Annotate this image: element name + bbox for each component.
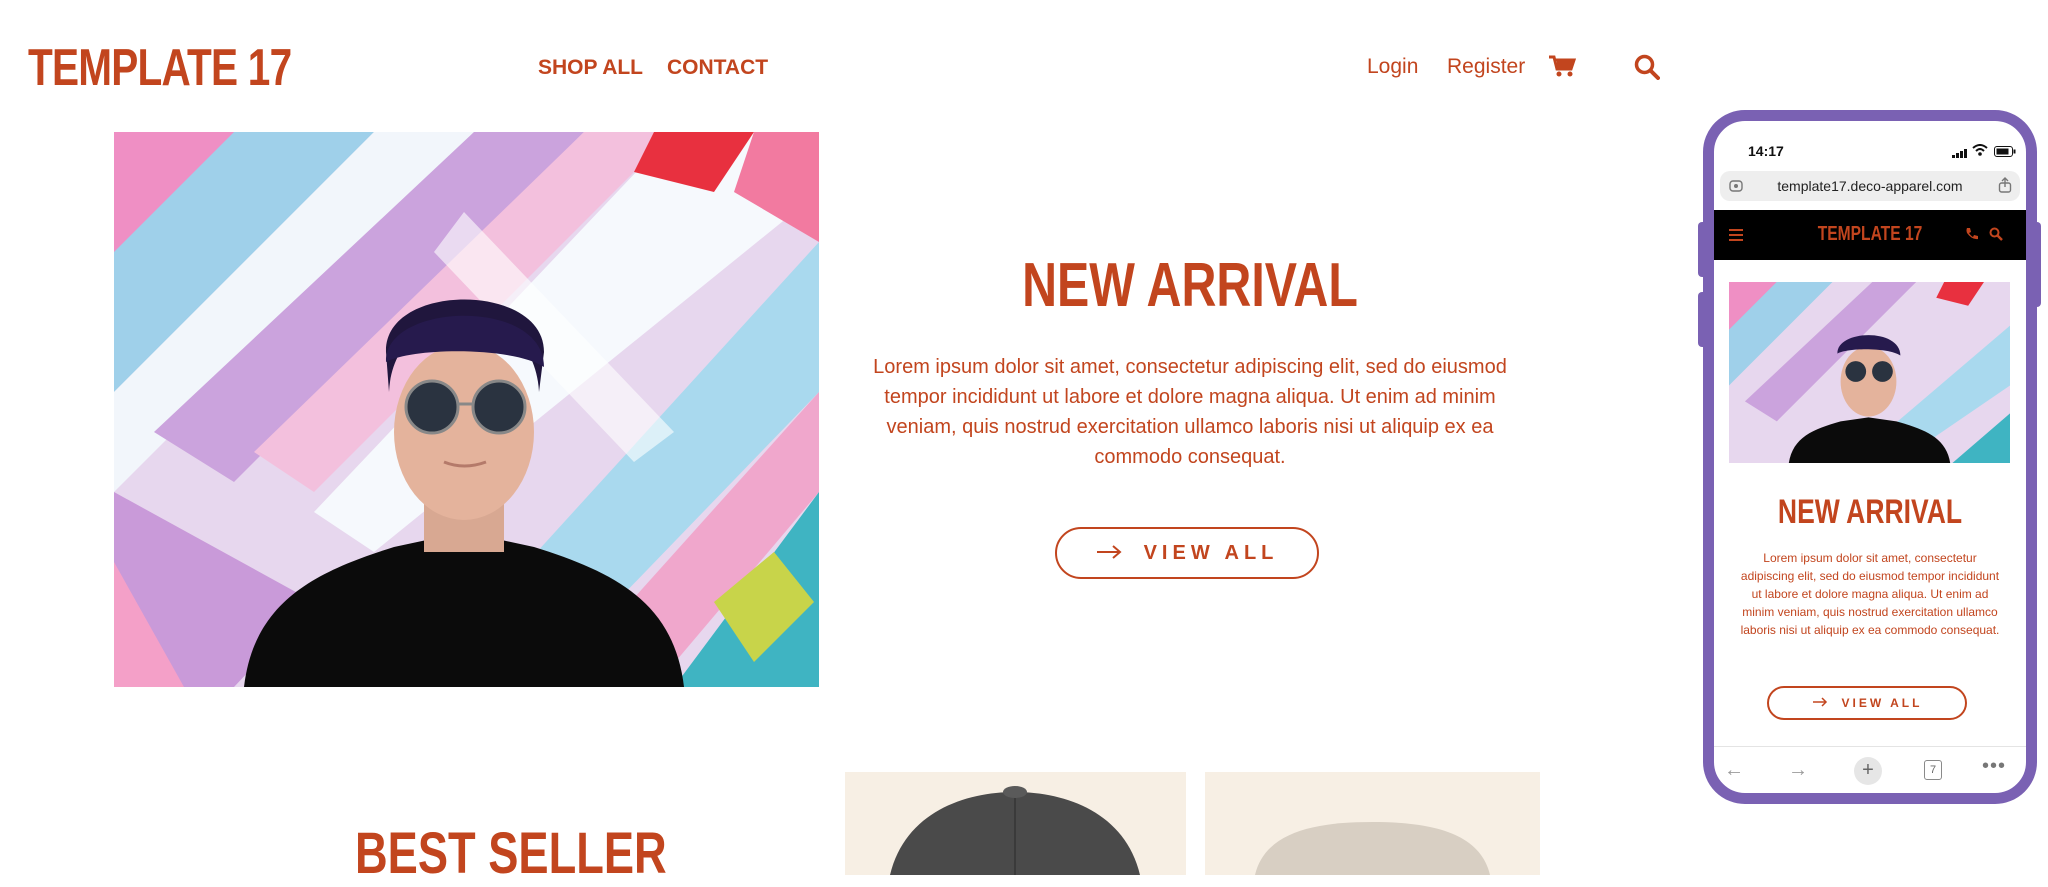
share-icon[interactable] — [1998, 177, 2012, 198]
back-icon[interactable]: ← — [1724, 759, 1744, 782]
battery-icon — [1994, 144, 2016, 162]
hero-image — [114, 132, 819, 687]
hero-title: NEW ARRIVAL — [1022, 251, 1358, 320]
phone-view-all-label: VIEW ALL — [1841, 696, 1923, 710]
register-link[interactable]: Register — [1447, 55, 1525, 79]
search-icon[interactable] — [1989, 227, 2003, 246]
best-seller-title: BEST SELLER — [355, 821, 667, 886]
phone-status-time: 14:17 — [1748, 143, 1784, 159]
product-card-cap-beige[interactable] — [1205, 772, 1540, 875]
login-link[interactable]: Login — [1367, 55, 1418, 79]
menu-icon[interactable] — [1729, 228, 1743, 246]
arrow-right-icon — [1096, 542, 1122, 565]
view-all-label: VIEW ALL — [1143, 541, 1279, 564]
product-card-cap-black[interactable] — [845, 772, 1186, 875]
forward-icon[interactable]: → — [1788, 759, 1808, 782]
hero-description: Lorem ipsum dolor sit amet, consectetur … — [873, 356, 1507, 468]
view-all-button[interactable]: VIEW ALL — [1055, 527, 1319, 579]
phone-site-logo[interactable]: TEMPLATE 17 — [1748, 223, 1991, 246]
new-tab-icon[interactable]: + — [1854, 757, 1882, 785]
signal-icon — [1952, 145, 1968, 163]
phone-hero-description: Lorem ipsum dolor sit amet, consectetur … — [1740, 551, 2000, 637]
phone-icon[interactable] — [1965, 227, 1979, 246]
phone-site-header: TEMPLATE 17 — [1714, 210, 2026, 260]
cart-icon[interactable] — [1548, 54, 1577, 83]
phone-mockup: 14:17 template17.deco-apparel.com TEMPLA… — [1703, 110, 2037, 804]
site-settings-icon[interactable] — [1729, 179, 1743, 198]
phone-browser-toolbar: ← → + 7 ••• — [1714, 746, 2026, 793]
phone-hero-image — [1729, 282, 2010, 463]
arrow-right-icon — [1812, 696, 1828, 710]
tabs-count[interactable]: 7 — [1924, 760, 1942, 780]
nav-contact[interactable]: CONTACT — [667, 56, 768, 80]
more-icon[interactable]: ••• — [1982, 755, 2006, 778]
search-icon[interactable] — [1634, 54, 1660, 85]
phone-view-all-button[interactable]: VIEW ALL — [1767, 686, 1967, 720]
site-logo[interactable]: TEMPLATE 17 — [28, 38, 292, 98]
nav-shop-all[interactable]: SHOP ALL — [538, 56, 643, 80]
address-bar-url: template17.deco-apparel.com — [1777, 178, 1963, 194]
phone-address-bar[interactable]: template17.deco-apparel.com — [1720, 171, 2020, 201]
phone-hero-title: NEW ARRIVAL — [1777, 493, 1963, 531]
wifi-icon — [1972, 143, 1988, 161]
